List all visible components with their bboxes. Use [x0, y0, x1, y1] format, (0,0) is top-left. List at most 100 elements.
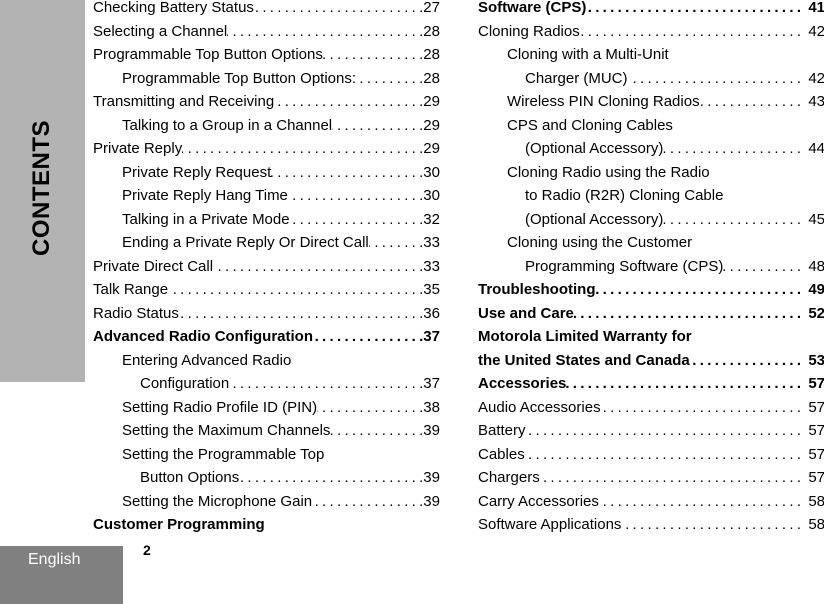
toc-entry[interactable]: Configuration ..........................…	[93, 372, 440, 396]
toc-entry[interactable]: Ending a Private Reply Or Direct Call ..…	[93, 231, 440, 255]
toc-page-number: 49	[808, 281, 824, 298]
toc-entry[interactable]: Private Direct Call ....................…	[93, 255, 440, 279]
page-number: 2	[143, 542, 151, 558]
toc-entry-title: the United States and Canada	[478, 351, 690, 369]
toc-entry[interactable]: Programmable Top Button Options: .......…	[93, 67, 440, 91]
toc-leader-dots: ........................................…	[317, 398, 420, 416]
toc-entry[interactable]: the United States and Canada ...........…	[478, 349, 824, 373]
toc-page-number: 43	[808, 93, 824, 110]
toc-entry[interactable]: Private Reply Request ..................…	[93, 161, 440, 185]
toc-entry[interactable]: Motorola Limited Warranty for	[478, 325, 824, 349]
toc-entry[interactable]: Cables .................................…	[478, 443, 824, 467]
toc-entry[interactable]: Troubleshooting ........................…	[478, 278, 824, 302]
toc-entry[interactable]: Advanced Radio Configuration ...........…	[93, 325, 440, 349]
toc-entry[interactable]: Use and Care ...........................…	[478, 302, 824, 326]
toc-entry-title: Setting the Programmable Top	[122, 445, 325, 463]
toc-page-number: .28	[419, 69, 440, 87]
toc-entry[interactable]: Software Applications ..................…	[478, 513, 824, 537]
toc-entry-title: Private Reply Request	[122, 163, 272, 181]
toc-entry[interactable]: (Optional Accessory) ...................…	[478, 208, 824, 232]
toc-leader-dots: ........................................…	[663, 140, 805, 157]
toc-entry[interactable]: CPS and Cloning Cables	[478, 114, 824, 138]
toc-page-number: .29	[419, 140, 440, 157]
toc-entry[interactable]: Setting the Microphone Gain ............…	[93, 490, 440, 514]
toc-entry[interactable]: Programmable Top Button Options ........…	[93, 43, 440, 67]
toc-entry-title: to Radio (R2R) Cloning Cable	[525, 187, 724, 204]
toc-entry[interactable]: Charger (MUC) ..........................…	[478, 67, 824, 91]
toc-entry[interactable]: Cloning using the Customer	[478, 231, 824, 255]
toc-page-number: .39	[419, 469, 440, 486]
toc-leader-dots: ........................................…	[580, 22, 805, 40]
toc-entry[interactable]: Cloning with a Multi-Unit	[478, 43, 824, 67]
toc-entry-title: Motorola Limited Warranty for	[478, 328, 692, 345]
toc-entry-title: Chargers	[478, 469, 540, 486]
toc-entry[interactable]: Setting the Maximum Channels ...........…	[93, 419, 440, 443]
toc-entry[interactable]: Setting Radio Profile ID (PIN) .........…	[93, 396, 440, 420]
toc-leader-dots: ........................................…	[524, 445, 805, 463]
toc-leader-dots: ........................................…	[540, 469, 805, 486]
toc-page-number: .28	[419, 46, 440, 63]
toc-entry[interactable]: Cloning Radios .........................…	[478, 20, 824, 44]
toc-entry[interactable]: Private Reply ..........................…	[93, 137, 440, 161]
toc-entry[interactable]: Setting the Programmable Top	[93, 443, 440, 467]
toc-page-number: .33	[419, 257, 440, 275]
toc-leader-dots: ........................................…	[356, 69, 420, 87]
toc-entry[interactable]: Talking in a Private Mode ..............…	[93, 208, 440, 232]
contents-label: CONTENTS	[28, 120, 55, 256]
toc-entry[interactable]: Audio Accessories ......................…	[478, 396, 824, 420]
toc-entry[interactable]: Programming Software (CPS) .............…	[478, 255, 824, 279]
toc-entry[interactable]: Entering Advanced Radio	[93, 349, 440, 373]
toc-page-number: .38	[419, 398, 440, 416]
toc-leader-dots: ........................................…	[239, 469, 420, 486]
toc-entry-title: Private Reply	[93, 140, 183, 157]
toc-entry[interactable]: Talking to a Group in a Channel ........…	[93, 114, 440, 138]
toc-entry-title: Troubleshooting	[478, 281, 596, 298]
toc-entry-title: Accessories	[478, 375, 567, 392]
toc-entry-title: Selecting a Channel	[93, 22, 228, 40]
toc-leader-dots: ........................................…	[182, 140, 420, 157]
toc-entry-title: Setting the Maximum Channels	[122, 422, 331, 439]
toc-leader-dots: ........................................…	[525, 422, 805, 439]
toc-page-number: 58	[808, 516, 824, 533]
toc-entry-title: Programmable Top Button Options:	[122, 69, 357, 87]
toc-entry-title: Battery	[478, 422, 526, 439]
toc-entry-title: Talking in a Private Mode	[122, 210, 290, 228]
toc-entry[interactable]: Button Options .........................…	[93, 466, 440, 490]
toc-page-number: 57	[808, 422, 824, 439]
toc-page-number: 41	[808, 0, 824, 16]
toc-entry[interactable]: Radio Status ...........................…	[93, 302, 440, 326]
toc-entry[interactable]: Cloning Radio using the Radio	[478, 161, 824, 185]
toc-left-column: Checking Battery Status ................…	[93, 0, 440, 537]
toc-entry[interactable]: Selecting a Channel ....................…	[93, 20, 440, 44]
toc-entry[interactable]: (Optional Accessory) ...................…	[478, 137, 824, 161]
toc-entry[interactable]: Accessories ............................…	[478, 372, 824, 396]
toc-leader-dots: ........................................…	[288, 187, 420, 204]
toc-entry[interactable]: Checking Battery Status ................…	[93, 0, 440, 20]
toc-entry[interactable]: Private Reply Hang Time ................…	[93, 184, 440, 208]
toc-page-number: 57	[808, 445, 824, 463]
toc-entry[interactable]: Software (CPS) .........................…	[478, 0, 824, 20]
toc-page-number: 45	[808, 210, 824, 228]
language-tab: English	[0, 546, 123, 604]
toc-leader-dots: ........................................…	[227, 22, 420, 40]
toc-entry[interactable]: Talk Range .............................…	[93, 278, 440, 302]
toc-entry[interactable]: Chargers ...............................…	[478, 466, 824, 490]
toc-entry[interactable]: Wireless PIN Cloning Radios ............…	[478, 90, 824, 114]
toc-entry-title: Setting Radio Profile ID (PIN)	[122, 398, 318, 416]
toc-entry-title: (Optional Accessory)	[525, 140, 664, 157]
toc-page-number: 53	[808, 351, 824, 369]
toc-page-number: .37	[419, 375, 440, 392]
toc-entry[interactable]: Customer Programming	[93, 513, 440, 537]
toc-entry-title: Cloning Radios	[478, 22, 580, 40]
toc-leader-dots: ........................................…	[595, 281, 805, 298]
toc-entry[interactable]: to Radio (R2R) Cloning Cable	[478, 184, 824, 208]
toc-entry[interactable]: Transmitting and Receiving .............…	[93, 90, 440, 114]
toc-entry-title: Cables	[478, 445, 525, 463]
toc-page-number: .28	[419, 22, 440, 40]
language-label: English	[28, 551, 81, 568]
toc-leader-dots: ........................................…	[599, 492, 805, 510]
toc-entry-title: Cloning Radio using the Radio	[507, 163, 710, 181]
toc-entry[interactable]: Carry Accessories ......................…	[478, 490, 824, 514]
toc-entry[interactable]: Battery ................................…	[478, 419, 824, 443]
toc-leader-dots: ........................................…	[330, 422, 420, 439]
